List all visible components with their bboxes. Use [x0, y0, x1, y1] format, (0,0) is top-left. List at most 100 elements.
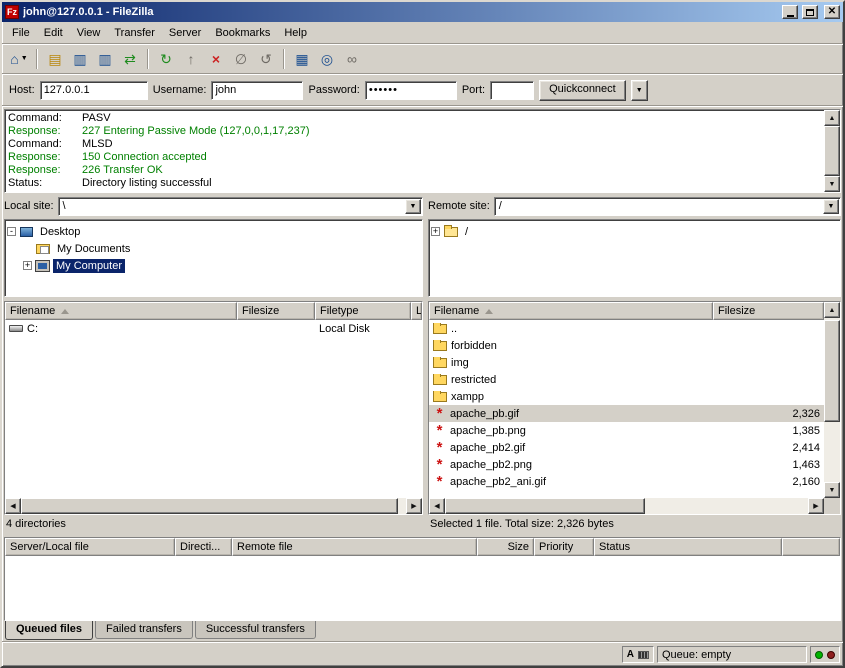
filesize: 2,160 [792, 476, 820, 488]
scroll-thumb[interactable] [445, 498, 645, 514]
sort-ascending-icon [485, 309, 493, 314]
menu-item-view[interactable]: View [70, 24, 108, 42]
scroll-track[interactable] [21, 498, 406, 514]
quickconnect-dropdown-button[interactable]: ▼ [631, 80, 648, 101]
directory-comparison-button[interactable]: ▦ [290, 48, 314, 70]
file-row[interactable]: *apache_pb2.gif2,414 [429, 439, 824, 456]
local-horizontal-scrollbar[interactable]: ◀ ▶ [5, 498, 422, 514]
password-input[interactable] [365, 81, 457, 100]
expand-icon[interactable]: + [23, 261, 32, 270]
arrow-left-icon: ◀ [10, 502, 15, 510]
tab-successful-transfers[interactable]: Successful transfers [195, 621, 316, 639]
file-row[interactable]: .. [429, 320, 824, 337]
column-header-filesize[interactable]: Filesize [237, 302, 315, 320]
column-header-filesize[interactable]: Filesize [713, 302, 824, 320]
tree-item-root[interactable]: + / [431, 223, 838, 240]
toggle-remote-treeview-button[interactable]: ▥ [93, 48, 117, 70]
column-header-priority[interactable]: Priority [534, 538, 594, 556]
filesize: 1,463 [792, 459, 820, 471]
scroll-track[interactable] [445, 498, 808, 514]
file-row[interactable]: forbidden [429, 337, 824, 354]
local-list-header: Filename Filesize Filetype L [5, 302, 422, 320]
file-row-c-drive[interactable]: C: Local Disk [5, 320, 422, 337]
scroll-right-button[interactable]: ▶ [406, 498, 422, 514]
maximize-button[interactable] [802, 5, 818, 19]
toggle-message-log-button[interactable]: ▤ [43, 48, 67, 70]
image-file-icon: * [433, 460, 446, 470]
log-scrollbar[interactable]: ▲ ▼ [824, 110, 840, 192]
local-site-combobox[interactable]: \ ▼ [58, 197, 423, 216]
host-input[interactable] [40, 81, 148, 100]
reconnect-button[interactable]: ↺ [254, 48, 278, 70]
column-header-filetype[interactable]: Filetype [315, 302, 411, 320]
column-header-remote-file[interactable]: Remote file [232, 538, 477, 556]
scroll-up-button[interactable]: ▲ [824, 110, 840, 126]
scroll-track[interactable] [824, 318, 840, 482]
transfer-type-indicator[interactable]: A [622, 646, 654, 663]
column-header-filename[interactable]: Filename [5, 302, 237, 320]
menu-item-edit[interactable]: Edit [37, 24, 70, 42]
menu-item-file[interactable]: File [5, 24, 37, 42]
scroll-down-button[interactable]: ▼ [824, 176, 840, 192]
site-manager-button[interactable]: ⌂ ▼ [7, 48, 31, 70]
title-bar[interactable]: Fz john@127.0.0.1 - FileZilla ✕ [2, 2, 843, 22]
expand-icon[interactable]: + [431, 227, 440, 236]
tree-item-my-documents[interactable]: My Documents [7, 240, 420, 257]
remote-horizontal-scrollbar[interactable]: ◀ ▶ [429, 498, 840, 514]
filter-button[interactable]: ∞ [340, 48, 364, 70]
menu-item-server[interactable]: Server [162, 24, 208, 42]
file-row[interactable]: *apache_pb2.png1,463 [429, 456, 824, 473]
remote-site-combobox[interactable]: / ▼ [494, 197, 841, 216]
column-header-size[interactable]: Size [477, 538, 534, 556]
file-row[interactable]: xampp [429, 388, 824, 405]
file-row[interactable]: img [429, 354, 824, 371]
column-header-filename[interactable]: Filename [429, 302, 713, 320]
scroll-left-button[interactable]: ◀ [429, 498, 445, 514]
menu-item-transfer[interactable]: Transfer [107, 24, 162, 42]
scroll-left-button[interactable]: ◀ [5, 498, 21, 514]
scroll-thumb[interactable] [824, 126, 840, 176]
username-label: Username: [153, 84, 207, 96]
tree-item-desktop[interactable]: - Desktop [7, 223, 420, 240]
scroll-down-button[interactable]: ▼ [824, 482, 840, 498]
remote-vertical-scrollbar[interactable]: ▲ ▼ [824, 302, 840, 498]
file-row[interactable]: *apache_pb2_ani.gif2,160 [429, 473, 824, 490]
collapse-icon[interactable]: - [7, 227, 16, 236]
refresh-button[interactable]: ↻ [154, 48, 178, 70]
quickconnect-button[interactable]: Quickconnect [539, 80, 626, 101]
column-header-status[interactable]: Status [594, 538, 782, 556]
file-row[interactable]: *apache_pb.png1,385 [429, 422, 824, 439]
menu-item-bookmarks[interactable]: Bookmarks [208, 24, 277, 42]
scroll-right-button[interactable]: ▶ [808, 498, 824, 514]
abort-button[interactable]: × [204, 48, 228, 70]
column-header-direction[interactable]: Directi... [175, 538, 232, 556]
tree-item-my-computer[interactable]: + My Computer [7, 257, 420, 274]
image-file-icon: * [433, 443, 446, 453]
combobox-dropdown-button[interactable]: ▼ [405, 199, 421, 214]
menu-item-help[interactable]: Help [277, 24, 314, 42]
port-input[interactable] [490, 81, 534, 100]
combobox-dropdown-button[interactable]: ▼ [823, 199, 839, 214]
log-label: Response: [8, 125, 82, 138]
queue-body[interactable] [5, 556, 840, 620]
find-button[interactable]: ◎ [315, 48, 339, 70]
tab-failed-transfers[interactable]: Failed transfers [95, 621, 193, 639]
filename: apache_pb2.gif [450, 442, 525, 454]
tab-queued-files[interactable]: Queued files [5, 621, 93, 640]
scroll-track[interactable] [824, 126, 840, 176]
file-row[interactable]: restricted [429, 371, 824, 388]
column-header-server-local-file[interactable]: Server/Local file [5, 538, 175, 556]
minimize-button[interactable] [782, 5, 798, 19]
queue-tabs: Queued files Failed transfers Successful… [2, 621, 843, 641]
disconnect-button[interactable]: ∅ [229, 48, 253, 70]
scroll-thumb[interactable] [21, 498, 398, 514]
process-queue-button[interactable]: ↑ [179, 48, 203, 70]
toggle-transfer-queue-button[interactable]: ⇄ [118, 48, 142, 70]
scroll-up-button[interactable]: ▲ [824, 302, 840, 318]
username-input[interactable] [211, 81, 303, 100]
toggle-local-treeview-button[interactable]: ▥ [68, 48, 92, 70]
file-row[interactable]: *apache_pb.gif2,326 [429, 405, 824, 422]
close-button[interactable]: ✕ [824, 5, 840, 19]
column-header-lastmodified[interactable]: L [411, 302, 422, 320]
scroll-thumb[interactable] [824, 320, 840, 422]
